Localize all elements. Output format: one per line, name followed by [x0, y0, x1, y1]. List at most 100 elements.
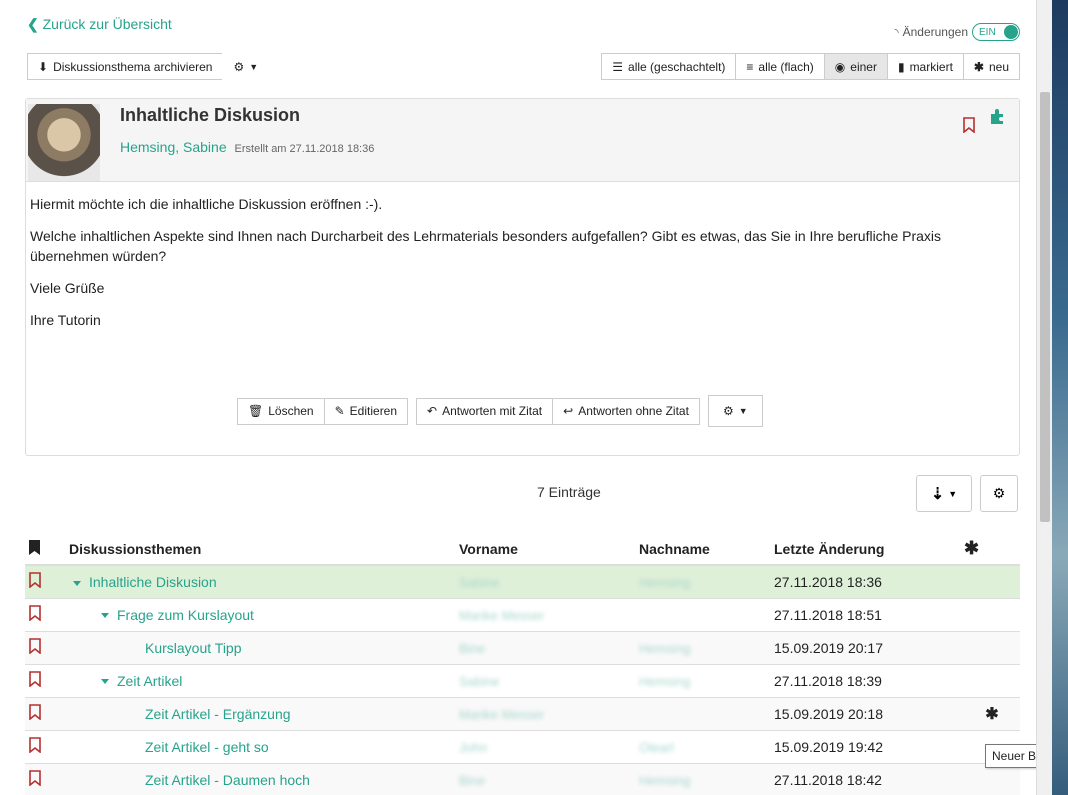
scrollbar-thumb[interactable] [1040, 92, 1050, 522]
reply-button[interactable]: ↩ Antworten ohne Zitat [552, 397, 700, 425]
post-author[interactable]: Hemsing, Sabine [120, 139, 227, 155]
view-flat-button[interactable]: ≡ alle (flach) [735, 53, 825, 80]
row-changed: 27.11.2018 18:39 [774, 663, 964, 697]
archive-button[interactable]: ⬇ Diskussionsthema archivieren [27, 53, 224, 80]
post-paragraph: Viele Grüße [30, 280, 105, 296]
row-firstname: Marike Messer [459, 597, 639, 631]
row-lastname: Hemsing [639, 762, 774, 795]
bookmark-icon: ▮ [897, 59, 905, 74]
view-new-button[interactable]: ✱ neu [962, 53, 1020, 80]
back-link[interactable]: ❮ Zurück zur Übersicht [27, 16, 172, 33]
bookmark-icon[interactable] [29, 638, 41, 655]
thread-link[interactable]: Zeit Artikel - Ergänzung [145, 706, 291, 722]
firstname-column-header[interactable]: Vorname [459, 533, 639, 566]
thread-link[interactable]: Frage zum Kurslayout [117, 607, 254, 623]
row-firstname: Marike Messer [459, 696, 639, 730]
mark-column-header[interactable] [25, 533, 69, 566]
table-settings-button[interactable]: ⚙ [980, 475, 1018, 512]
row-firstname: Sabine [459, 663, 639, 697]
thread-link[interactable]: Kurslayout Tipp [145, 640, 242, 656]
caret-down-icon: ▼ [948, 488, 958, 499]
title-column-header[interactable]: Diskussionsthemen [69, 533, 459, 566]
new-column-header[interactable]: ✱ [964, 533, 1020, 566]
row-lastname: Hemsing [639, 564, 774, 598]
caret-down-icon: ▼ [249, 61, 259, 72]
table-row[interactable]: Inhaltliche Diskusion Sabine Hemsing 27.11.… [25, 564, 1020, 598]
row-firstname: Bine [459, 762, 639, 795]
bookmark-icon[interactable] [29, 737, 41, 754]
caret-down-icon[interactable] [101, 613, 109, 619]
delete-button[interactable]: 🗑 Löschen [237, 397, 325, 425]
rss-icon: ◝ [894, 26, 899, 39]
table-row[interactable]: Zeit Artikel Sabine Hemsing 27.11.2018 18:3… [25, 663, 1020, 697]
row-bookmark[interactable] [25, 564, 69, 598]
archive-label: Diskussionsthema archivieren [53, 59, 213, 74]
thread-link[interactable]: Zeit Artikel [117, 673, 182, 689]
row-lastname: Olearl [639, 729, 774, 763]
bookmark-icon[interactable] [29, 572, 41, 589]
row-bookmark[interactable] [25, 630, 69, 664]
edit-button[interactable]: ✎ Editieren [323, 397, 409, 425]
row-bookmark[interactable] [25, 729, 69, 763]
avatar[interactable] [28, 104, 100, 181]
forum-page: ❮ Zurück zur Übersicht ◝ Änderungen EIN … [0, 0, 1040, 795]
firstname-text: Sabine [459, 574, 500, 590]
reply-with-quote-button[interactable]: ↶ Antworten mit Zitat [416, 397, 554, 425]
caret-down-icon[interactable] [73, 580, 81, 586]
thread-link[interactable]: Zeit Artikel - Daumen hoch [145, 772, 310, 788]
table-row[interactable]: Zeit Artikel - Ergänzung Marike Messer 15.… [25, 696, 1020, 730]
row-changed: 15.09.2019 20:17 [774, 630, 964, 664]
gears-icon: ⚙ [233, 59, 245, 74]
view-marked-button[interactable]: ▮ markiert [886, 53, 964, 80]
puzzle-icon[interactable] [989, 107, 1007, 128]
row-bookmark[interactable] [25, 762, 69, 795]
changes-toggle[interactable]: EIN [972, 23, 1020, 41]
post-tools-button[interactable]: ⚙ ▼ [707, 395, 763, 427]
lastname-text: Hemsing [639, 640, 691, 656]
post-author-line: Hemsing, Sabine Erstellt am 27.11.2018 1… [120, 139, 374, 155]
table-row[interactable]: Zeit Artikel - geht so John Olearl 15.09.20… [25, 729, 1020, 763]
reply-quote-label: Antworten mit Zitat [442, 404, 543, 418]
changed-column-header[interactable]: Letzte Änderung [774, 533, 964, 566]
background-window-edge [1052, 0, 1068, 795]
bookmark-icon[interactable] [29, 704, 41, 721]
row-new-marker [964, 564, 1020, 598]
row-lastname: Hemsing [639, 630, 774, 664]
lastname-column-header[interactable]: Nachname [639, 533, 774, 566]
view-mode-bar: ☰ alle (geschachtelt) ≡ alle (flach) ◉ e… [601, 53, 1020, 80]
view-single-button[interactable]: ◉ einer [823, 53, 888, 80]
view-nested-button[interactable]: ☰ alle (geschachtelt) [601, 53, 737, 80]
table-row[interactable]: Frage zum Kurslayout Marike Messer 27.11.2… [25, 597, 1020, 631]
caret-down-icon[interactable] [101, 679, 109, 685]
tools-dropdown-button[interactable]: ⚙ ▼ [222, 53, 270, 80]
edit-icon: ✎ [334, 404, 345, 418]
table-row[interactable]: Kurslayout Tipp Bine Hemsing 15.09.2019 20:… [25, 630, 1020, 664]
row-firstname: Bine [459, 630, 639, 664]
bookmark-toggle-icon[interactable] [963, 117, 975, 136]
lastname-text: Hemsing [639, 574, 691, 590]
scrollbar[interactable] [1036, 0, 1052, 795]
view-nested-label: alle (geschachtelt) [628, 59, 726, 74]
thread-link[interactable]: Zeit Artikel - geht so [145, 739, 269, 755]
bookmark-filled-icon [29, 539, 40, 555]
bookmark-icon[interactable] [29, 770, 41, 787]
table-header-row: Diskussionsthemen Vorname Nachname Letzt… [25, 533, 1020, 566]
row-bookmark[interactable] [25, 663, 69, 697]
trash-icon: 🗑 [248, 404, 264, 418]
row-bookmark[interactable] [25, 597, 69, 631]
sort-button[interactable]: ⇣ ▼ [916, 475, 972, 512]
row-firstname: John [459, 729, 639, 763]
bookmark-icon[interactable] [29, 671, 41, 688]
row-firstname: Sabine [459, 564, 639, 598]
view-new-label: neu [988, 59, 1009, 74]
bookmark-icon[interactable] [29, 605, 41, 622]
firstname-text: Bine [459, 772, 486, 788]
firstname-text: Marike Messer [459, 607, 545, 623]
row-changed: 27.11.2018 18:51 [774, 597, 964, 631]
gear-icon: ⚙ [992, 485, 1006, 501]
thread-link[interactable]: Inhaltliche Diskusion [89, 574, 217, 590]
row-bookmark[interactable] [25, 696, 69, 730]
chevron-left-icon: ❮ [27, 16, 39, 32]
table-row[interactable]: Zeit Artikel - Daumen hoch Bine Hemsing 27.… [25, 762, 1020, 795]
reply-label: Antworten ohne Zitat [578, 404, 689, 418]
